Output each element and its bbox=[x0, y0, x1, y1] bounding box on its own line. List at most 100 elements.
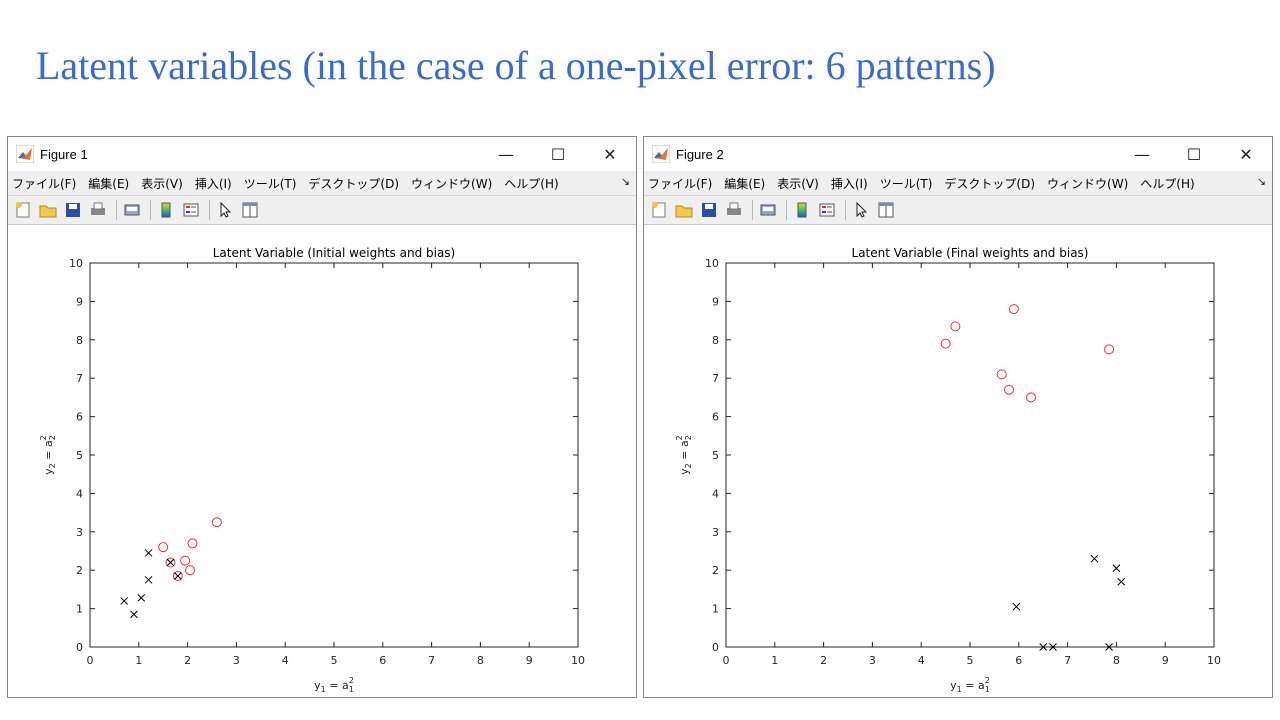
window-controls: — ☐ ✕ bbox=[1116, 137, 1272, 171]
window-title: Figure 2 bbox=[676, 146, 724, 162]
y-axis-label: y2 = a22 bbox=[675, 435, 693, 475]
close-button[interactable]: ✕ bbox=[1220, 137, 1272, 171]
figure-canvas[interactable]: Latent Variable (Final weights and bias)… bbox=[644, 225, 1272, 697]
x-tick-label: 3 bbox=[233, 654, 240, 667]
scatter-plot[interactable]: Latent Variable (Initial weights and bia… bbox=[8, 225, 636, 697]
window-titlebar[interactable]: Figure 1 — ☐ ✕ bbox=[8, 137, 636, 171]
x-tick-label: 8 bbox=[477, 654, 484, 667]
x-tick-label: 5 bbox=[967, 654, 974, 667]
y-axis-label: y2 = a22 bbox=[39, 435, 57, 475]
pointer-icon[interactable] bbox=[214, 199, 236, 221]
open-file-icon[interactable] bbox=[37, 199, 59, 221]
menu-item[interactable]: 表示(V) bbox=[141, 175, 183, 192]
figure-window-1[interactable]: Figure 1 — ☐ ✕ ファイル(F) 編集(E) 表示(V) 挿入(I) ツール(T) デ… bbox=[7, 136, 637, 698]
x-axis-label: y1 = a2 1 bbox=[950, 676, 990, 694]
colorbar-icon[interactable] bbox=[791, 199, 813, 221]
menu-item[interactable]: デスクトップ(D) bbox=[944, 175, 1035, 192]
y-tick-label: 6 bbox=[76, 411, 83, 424]
y-tick-label: 0 bbox=[76, 641, 83, 654]
y-tick-label: 5 bbox=[76, 449, 83, 462]
toolbar-separator bbox=[845, 200, 846, 220]
y-tick-label: 8 bbox=[712, 334, 719, 347]
figure-toolbar bbox=[644, 196, 1272, 225]
y-tick-label: 2 bbox=[76, 564, 83, 577]
plot-title: Latent Variable (Final weights and bias) bbox=[852, 246, 1089, 260]
scatter-plot[interactable]: Latent Variable (Final weights and bias)… bbox=[644, 225, 1272, 697]
menu-item[interactable]: 挿入(I) bbox=[831, 175, 868, 192]
legend-icon[interactable] bbox=[180, 199, 202, 221]
x-tick-label: 8 bbox=[1113, 654, 1120, 667]
minimize-button[interactable]: — bbox=[1116, 137, 1168, 171]
x-tick-label: 6 bbox=[379, 654, 386, 667]
colorbar-icon[interactable] bbox=[155, 199, 177, 221]
menu-item[interactable]: 表示(V) bbox=[777, 175, 819, 192]
y-tick-label: 5 bbox=[712, 449, 719, 462]
maximize-button[interactable]: ☐ bbox=[532, 137, 584, 171]
figure-canvas[interactable]: Latent Variable (Initial weights and bia… bbox=[8, 225, 636, 697]
x-tick-label: 2 bbox=[820, 654, 827, 667]
y-tick-label: 3 bbox=[76, 526, 83, 539]
x-tick-label: 0 bbox=[87, 654, 94, 667]
menu-item[interactable]: ヘルプ(H) bbox=[504, 175, 558, 192]
open-file-icon[interactable] bbox=[673, 199, 695, 221]
x-tick-label: 7 bbox=[428, 654, 435, 667]
x-tick-label: 2 bbox=[184, 654, 191, 667]
property-editor-icon[interactable] bbox=[239, 199, 261, 221]
maximize-button[interactable]: ☐ bbox=[1168, 137, 1220, 171]
x-tick-label: 9 bbox=[526, 654, 533, 667]
pointer-icon[interactable] bbox=[850, 199, 872, 221]
menu-item[interactable]: ヘルプ(H) bbox=[1140, 175, 1194, 192]
x-axis-label: y1 = a2 1 bbox=[314, 676, 354, 694]
menu-item[interactable]: 編集(E) bbox=[724, 175, 765, 192]
x-tick-label: 6 bbox=[1015, 654, 1022, 667]
y-tick-label: 1 bbox=[712, 603, 719, 616]
y-tick-label: 4 bbox=[76, 487, 83, 500]
menu-item[interactable]: 挿入(I) bbox=[195, 175, 232, 192]
window-controls: — ☐ ✕ bbox=[480, 137, 636, 171]
y-tick-label: 10 bbox=[69, 257, 83, 270]
print-preview-icon[interactable] bbox=[757, 199, 779, 221]
menu-item[interactable]: ツール(T) bbox=[244, 175, 297, 192]
new-figure-icon[interactable] bbox=[648, 199, 670, 221]
print-icon[interactable] bbox=[87, 199, 109, 221]
menu-item[interactable]: ウィンドウ(W) bbox=[1047, 175, 1128, 192]
y-tick-label: 8 bbox=[76, 334, 83, 347]
close-button[interactable]: ✕ bbox=[584, 137, 636, 171]
menu-item[interactable]: ウィンドウ(W) bbox=[411, 175, 492, 192]
save-icon[interactable] bbox=[698, 199, 720, 221]
menu-item[interactable]: ファイル(F) bbox=[648, 175, 712, 192]
window-titlebar[interactable]: Figure 2 — ☐ ✕ bbox=[644, 137, 1272, 171]
matlab-logo-icon bbox=[8, 145, 40, 163]
y-tick-label: 1 bbox=[76, 603, 83, 616]
minimize-button[interactable]: — bbox=[480, 137, 532, 171]
legend-icon[interactable] bbox=[816, 199, 838, 221]
property-editor-icon[interactable] bbox=[875, 199, 897, 221]
dock-arrow-icon[interactable]: ↘ bbox=[1257, 175, 1266, 188]
x-tick-label: 10 bbox=[571, 654, 585, 667]
y-tick-label: 6 bbox=[712, 411, 719, 424]
menu-bar: ファイル(F) 編集(E) 表示(V) 挿入(I) ツール(T) デスクトップ(D) ウィン… bbox=[8, 171, 636, 196]
menu-item[interactable]: 編集(E) bbox=[88, 175, 129, 192]
y-tick-label: 7 bbox=[712, 372, 719, 385]
x-tick-label: 7 bbox=[1064, 654, 1071, 667]
dock-arrow-icon[interactable]: ↘ bbox=[621, 175, 630, 188]
x-tick-label: 3 bbox=[869, 654, 876, 667]
y-tick-label: 2 bbox=[712, 564, 719, 577]
axes-box bbox=[725, 262, 1215, 648]
x-tick-label: 9 bbox=[1162, 654, 1169, 667]
print-icon[interactable] bbox=[723, 199, 745, 221]
menu-item[interactable]: デスクトップ(D) bbox=[308, 175, 399, 192]
menu-bar: ファイル(F) 編集(E) 表示(V) 挿入(I) ツール(T) デスクトップ(D) ウィン… bbox=[644, 171, 1272, 196]
x-tick-label: 0 bbox=[723, 654, 730, 667]
new-figure-icon[interactable] bbox=[12, 199, 34, 221]
toolbar-separator bbox=[209, 200, 210, 220]
y-tick-label: 0 bbox=[712, 641, 719, 654]
menu-item[interactable]: ツール(T) bbox=[880, 175, 933, 192]
print-preview-icon[interactable] bbox=[121, 199, 143, 221]
figure-window-2[interactable]: Figure 2 — ☐ ✕ ファイル(F) 編集(E) 表示(V) 挿入(I) ツール(T) デ… bbox=[643, 136, 1273, 698]
menu-item[interactable]: ファイル(F) bbox=[12, 175, 76, 192]
save-icon[interactable] bbox=[62, 199, 84, 221]
y-tick-label: 9 bbox=[712, 295, 719, 308]
toolbar-separator bbox=[786, 200, 787, 220]
y-tick-label: 10 bbox=[705, 257, 719, 270]
